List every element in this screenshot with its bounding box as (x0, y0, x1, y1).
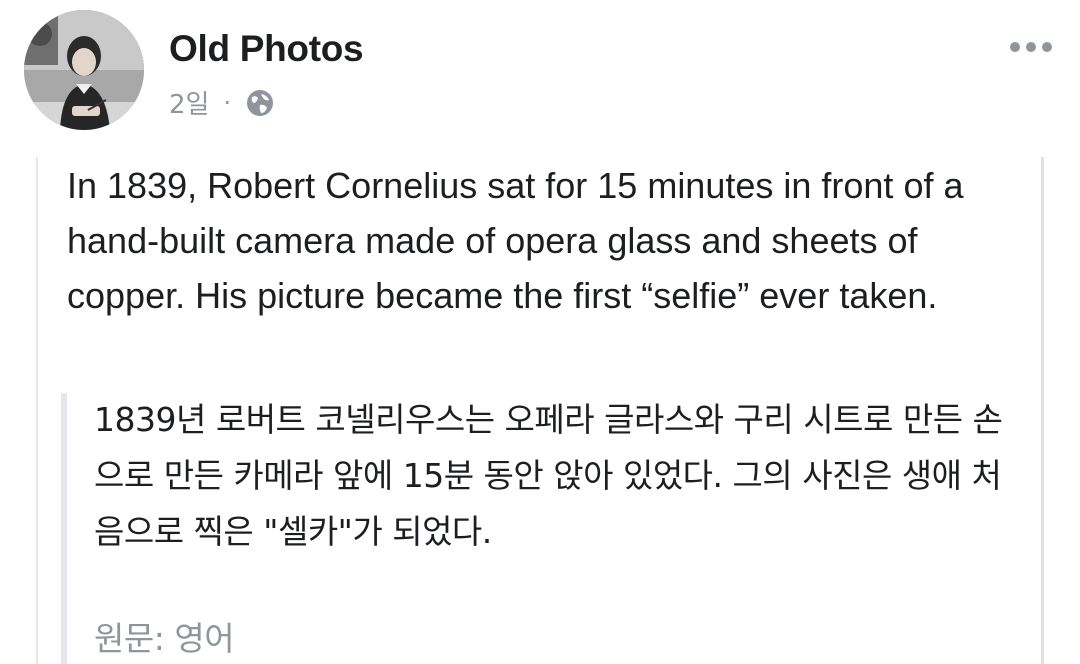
avatar[interactable] (24, 10, 144, 130)
scrollbar-track (1041, 157, 1044, 664)
more-dot (1042, 42, 1052, 52)
globe-icon (245, 88, 275, 118)
more-options-icon[interactable] (1004, 36, 1058, 58)
meta-separator: · (223, 88, 232, 117)
translation-quote-bar (61, 393, 67, 664)
divider-left (36, 157, 38, 664)
original-language-label[interactable]: 원문: 영어 (94, 612, 235, 660)
avatar-photo (24, 10, 144, 130)
post-text: In 1839, Robert Cornelius sat for 15 min… (67, 165, 964, 316)
timestamp[interactable]: 2일 (169, 84, 209, 121)
post-meta: 2일 · (169, 84, 275, 121)
more-dot (1010, 42, 1020, 52)
more-dot (1026, 42, 1036, 52)
translated-text: 1839년 로버트 코넬리우스는 오페라 글라스와 구리 시트로 만든 손으로 … (94, 400, 1003, 551)
page-name[interactable]: Old Photos (169, 28, 364, 70)
